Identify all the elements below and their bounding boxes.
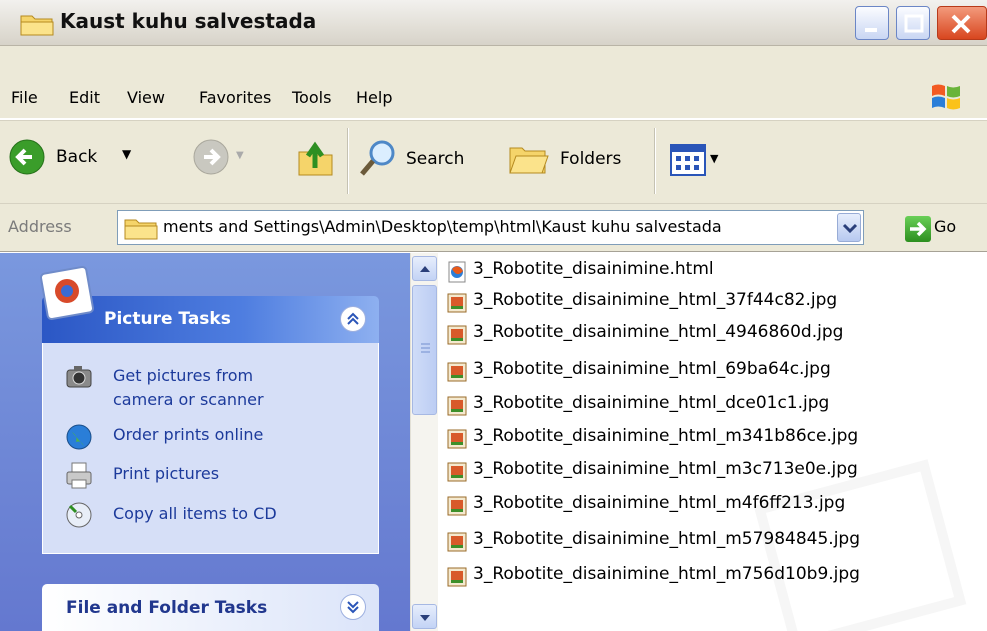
forward-arrow-icon	[193, 139, 229, 175]
scroll-up-arrow-icon	[420, 266, 430, 272]
search-button[interactable]: Search	[358, 136, 490, 184]
file-folder-tasks-title: File and Folder Tasks	[66, 598, 268, 618]
jpg-file-icon	[447, 325, 467, 345]
jpg-file-icon	[447, 567, 467, 587]
file-name: 3_Robotite_disainimine_html_m756d10b9.jp…	[473, 564, 860, 584]
jpg-file-icon	[447, 496, 467, 516]
address-label: Address	[8, 217, 72, 236]
cd-icon	[66, 502, 92, 528]
forward-dropdown-icon: ▼	[236, 150, 244, 161]
menu-file[interactable]: File	[11, 88, 38, 107]
file-name: 3_Robotite_disainimine_html_37f44c82.jpg	[473, 290, 838, 310]
task-get-pictures-line2: camera or scanner	[113, 390, 264, 409]
folders-label: Folders	[560, 149, 622, 169]
picture-tasks-title: Picture Tasks	[104, 309, 231, 329]
minimize-icon	[865, 28, 877, 32]
chevron-down-double-icon	[347, 601, 359, 614]
up-folder-icon[interactable]	[297, 138, 335, 178]
forward-button[interactable]: ▼	[192, 138, 244, 182]
menu-tools[interactable]: Tools	[292, 88, 331, 107]
go-arrow-icon[interactable]	[905, 216, 931, 242]
menu-view[interactable]: View	[127, 88, 165, 107]
jpg-file-icon	[447, 362, 467, 382]
task-order-prints[interactable]: Order prints online	[113, 423, 263, 447]
back-button[interactable]: Back ▼	[8, 135, 178, 183]
address-value[interactable]: ments and Settings\Admin\Desktop\temp\ht…	[163, 217, 722, 236]
folder-icon	[124, 219, 158, 240]
file-name: 3_Robotite_disainimine_html_m4f6ff213.jp…	[473, 493, 846, 513]
menu-edit[interactable]: Edit	[69, 88, 100, 107]
maximize-button[interactable]	[896, 6, 930, 40]
views-button[interactable]: ▼	[670, 144, 732, 180]
views-icon	[670, 144, 706, 176]
file-name: 3_Robotite_disainimine_html_m57984845.jp…	[473, 529, 861, 549]
menubar-spacer	[0, 46, 987, 75]
file-name: 3_Robotite_disainimine_html_m341b86ce.jp…	[473, 426, 859, 446]
jpg-file-icon	[447, 462, 467, 482]
file-name: 3_Robotite_disainimine.html	[473, 259, 714, 279]
camera-icon	[66, 366, 92, 388]
folder-icon	[20, 15, 54, 36]
task-copy-to-cd[interactable]: Copy all items to CD	[113, 502, 277, 526]
back-arrow-icon	[9, 139, 45, 175]
scroll-thumb[interactable]	[412, 285, 437, 415]
jpg-file-icon	[447, 429, 467, 449]
printer-icon	[66, 462, 92, 489]
jpg-file-icon	[447, 293, 467, 313]
address-dropdown-button[interactable]	[837, 213, 861, 242]
chevron-up-double-icon	[347, 312, 359, 325]
collapse-button[interactable]	[340, 306, 366, 332]
file-name: 3_Robotite_disainimine_html_69ba64c.jpg	[473, 359, 831, 379]
back-label: Back	[56, 147, 98, 167]
expand-button[interactable]	[340, 594, 366, 620]
html-file-icon	[448, 261, 466, 283]
jpg-file-icon	[447, 396, 467, 416]
file-name: 3_Robotite_disainimine_html_4946860d.jpg	[473, 322, 844, 342]
maximize-icon	[904, 14, 924, 33]
minimize-button[interactable]	[855, 6, 889, 40]
toolbar-separator	[347, 128, 349, 194]
task-get-pictures-line1: Get pictures from	[113, 366, 254, 385]
jpg-file-icon	[447, 532, 467, 552]
close-icon	[951, 14, 971, 34]
scroll-down-button[interactable]	[412, 604, 437, 629]
menu-help[interactable]: Help	[356, 88, 392, 107]
chevron-down-icon	[842, 223, 858, 234]
close-button[interactable]	[937, 6, 987, 40]
toolbar-separator	[654, 128, 656, 194]
go-button[interactable]: Go	[934, 217, 956, 236]
picture-tasks-icon	[40, 265, 95, 321]
windows-logo-icon	[932, 84, 960, 110]
task-print-pictures[interactable]: Print pictures	[113, 462, 219, 486]
search-label: Search	[406, 149, 465, 169]
title-bar[interactable]: Kaust kuhu salvestada	[0, 0, 987, 46]
task-get-pictures[interactable]: Get pictures from camera or scanner	[113, 364, 264, 412]
folders-button[interactable]: Folders	[508, 136, 640, 184]
scroll-down-arrow-icon	[420, 615, 430, 621]
file-name: 3_Robotite_disainimine_html_m3c713e0e.jp…	[473, 459, 858, 479]
globe-icon	[66, 424, 92, 450]
back-dropdown-icon[interactable]: ▼	[122, 147, 131, 161]
scroll-up-button[interactable]	[412, 256, 437, 281]
grip-icon	[421, 343, 430, 353]
file-name: 3_Robotite_disainimine_html_dce01c1.jpg	[473, 393, 830, 413]
search-icon	[360, 140, 395, 176]
folders-icon	[509, 147, 549, 174]
menu-favorites[interactable]: Favorites	[199, 88, 271, 107]
window-title: Kaust kuhu salvestada	[60, 9, 317, 33]
views-dropdown-icon: ▼	[710, 152, 719, 165]
